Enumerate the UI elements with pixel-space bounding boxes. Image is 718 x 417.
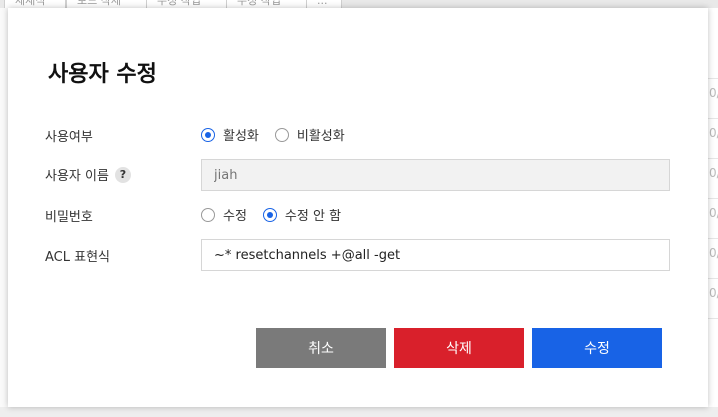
update-button[interactable]: 수정 — [532, 328, 662, 368]
radio-checked-icon — [201, 127, 215, 142]
edit-user-dialog: 사용자 수정 사용여부 활성화 비활성화 사용자 이름 ? 비밀번호 수정 수정… — [8, 8, 708, 407]
background-cell: 0/ — [709, 206, 718, 220]
radio-keep-password-label: 수정 안 함 — [284, 209, 342, 224]
background-cell: 0/ — [709, 86, 718, 100]
background-cell: 0/ — [709, 166, 718, 180]
username-label: 사용자 이름 — [45, 169, 109, 184]
radio-unchecked-icon — [201, 207, 215, 222]
password-label: 비밀번호 — [45, 210, 93, 225]
background-toolbar: 체재식 보드 삭제 수정 작업 수정 작업 ... — [0, 0, 718, 9]
radio-enabled-label: 활성화 — [223, 129, 259, 144]
radio-checked-icon — [262, 207, 277, 222]
radio-change-password-label: 수정 — [223, 209, 247, 224]
cancel-button[interactable]: 취소 — [256, 328, 386, 368]
username-field[interactable] — [201, 159, 670, 191]
username-label-wrap: 사용자 이름 ? — [45, 165, 131, 184]
background-left-edge — [0, 8, 8, 408]
radio-keep-password[interactable]: 수정 안 함 — [262, 205, 342, 224]
background-cell: 0/ — [709, 286, 718, 300]
delete-button[interactable]: 삭제 — [394, 328, 524, 368]
enabled-label: 사용여부 — [45, 130, 93, 145]
acl-label: ACL 표현식 — [45, 250, 110, 265]
acl-expression-field[interactable] — [201, 239, 670, 271]
enabled-radio-group: 활성화 비활성화 — [201, 125, 361, 144]
background-cell: 0/ — [709, 246, 718, 260]
radio-change-password[interactable]: 수정 — [201, 205, 247, 224]
background-bottom-edge — [0, 407, 718, 417]
radio-enabled[interactable]: 활성화 — [201, 125, 259, 144]
radio-unchecked-icon — [274, 127, 289, 142]
radio-disabled-label: 비활성화 — [296, 129, 345, 144]
dialog-title: 사용자 수정 — [48, 62, 157, 87]
help-icon[interactable]: ? — [114, 166, 131, 183]
background-row-divider — [708, 318, 718, 319]
background-table-edge: 0/ 0/ 0/ 0/ 0/ 0/ — [707, 8, 718, 408]
radio-disabled[interactable]: 비활성화 — [274, 125, 345, 144]
background-row-divider — [708, 238, 718, 239]
background-row-divider — [708, 278, 718, 279]
background-row-divider — [708, 118, 718, 119]
background-row-divider — [708, 158, 718, 159]
password-radio-group: 수정 수정 안 함 — [201, 205, 357, 224]
background-row-divider — [708, 78, 718, 79]
background-row-divider — [708, 198, 718, 199]
background-cell: 0/ — [709, 126, 718, 140]
